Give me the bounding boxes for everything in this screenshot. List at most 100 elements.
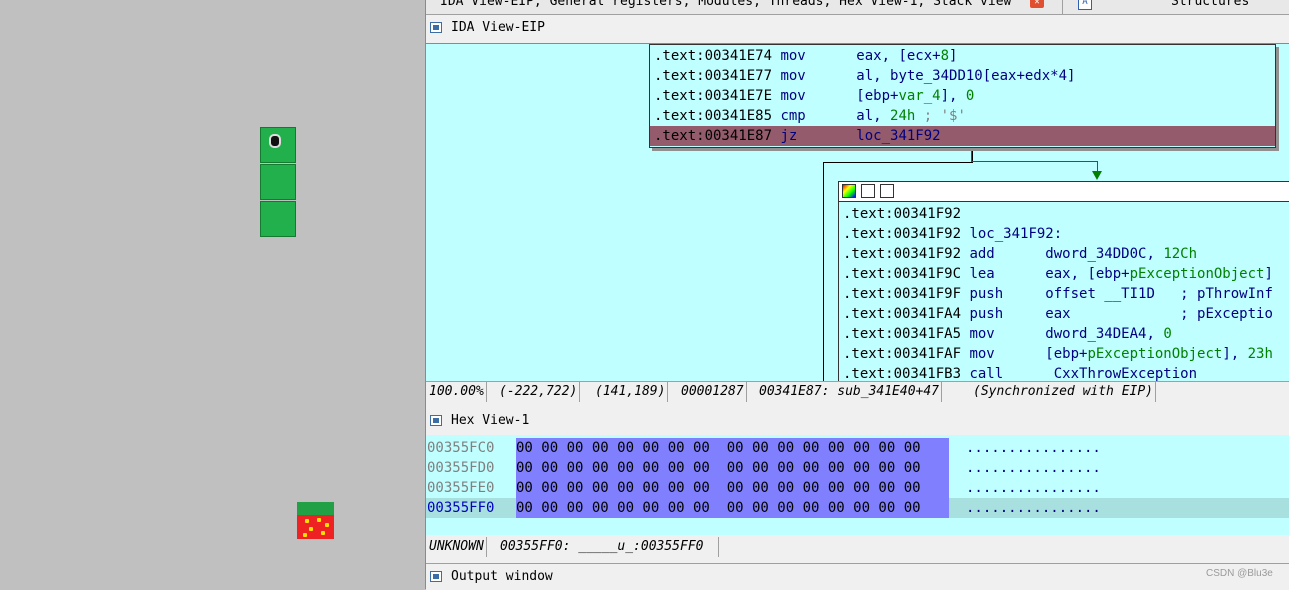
hex-ascii: ................ [966,480,1101,496]
hex-address: 00355FE0 [427,480,495,496]
asm-operands-tail: ], [940,88,966,104]
asm-address: .text:00341E7E [654,88,781,104]
asm-line[interactable]: .text:00341E7E mov [ebp+var_4], 0 [654,86,974,106]
asm-line[interactable]: .text:00341E87 jz loc_341F92 [654,126,941,146]
asm-mnemonic: cmp [780,108,857,124]
cursor-pos: (141,189) [595,382,669,402]
asm-operands: al, [856,108,891,124]
asm-line[interactable]: .text:00341E77 mov al, byte_34DD10[eax+e… [654,66,1075,86]
asm-line[interactable]: .text:00341F92 [843,204,969,224]
hex-ascii: ................ [966,460,1101,476]
asm-line[interactable]: .text:00341FA4 push eax ; pExceptio [843,304,1273,324]
hex-view-title: Hex View-1 [451,413,530,428]
ida-view-titlebar[interactable]: IDA View-EIP [426,15,1289,41]
asm-number: 0 [965,88,975,104]
watermark: CSDN @Blu3e [1206,568,1273,579]
asm-mnemonic: mov [780,88,857,104]
asm-line[interactable]: .text:00341FB3 call CxxThrowException [843,364,1197,382]
hex-address: 00355FF0 [427,500,495,516]
output-window-titlebar[interactable]: Output window [426,563,1289,590]
window-icon [430,415,442,426]
asm-operands: loc_341F92 [856,128,941,144]
snake-game-area [0,0,425,589]
asm-address: .text:00341FA5 [843,326,970,342]
hex-bytes: 00 00 00 00 00 00 00 00 00 00 00 00 00 0… [516,458,949,478]
asm-label: loc_341F92: [969,226,1063,242]
asm-line[interactable]: .text:00341E74 mov eax, [ecx+8] [654,46,957,66]
asm-variable: pExceptionObject [1129,266,1265,282]
hex-view-titlebar[interactable]: Hex View-1 [426,408,1289,434]
asm-operands: [ebp+ [1045,346,1088,362]
asm-mnemonic: lea [969,266,1046,282]
asm-line[interactable]: .text:00341E85 cmp al, 24h ; '$' [654,106,966,126]
asm-comment: ; pThrowInf [1154,286,1273,302]
hex-status-bar: UNKNOWN 00355FF0: _____u_:00355FF0 [426,537,1289,557]
asm-line[interactable]: .text:00341F9C lea eax, [ebp+pExceptionO… [843,264,1273,284]
asm-mnemonic: push [969,286,1046,302]
asm-line[interactable]: .text:00341FAF mov [ebp+pExceptionObject… [843,344,1273,364]
asm-operands: dword_34DEA4, [1045,326,1164,342]
file-offset: 00001287 [681,382,747,402]
output-window-title: Output window [451,569,553,584]
asm-operands: al, byte_34DD10[eax+edx*4] [856,68,1076,84]
asm-line[interactable]: .text:00341FA5 mov dword_34DEA4, 0 [843,324,1172,344]
asm-address: .text:00341F92 [843,206,970,222]
window-icon [430,571,442,582]
asm-address: .text:00341FB3 [843,366,970,382]
snake-body-segment [260,164,296,200]
tab-ida-view-group[interactable]: IDA View-EIP, General registers, Modules… [440,0,1011,9]
tab-bar[interactable]: IDA View-EIP, General registers, Modules… [426,0,1289,15]
asm-line[interactable]: .text:00341F92 loc_341F92: [843,224,1062,244]
asm-address: .text:00341F92 [843,226,970,242]
graph-node-block-1[interactable]: .text:00341E74 mov eax, [ecx+8] .text:003… [649,44,1276,148]
snake-head [260,127,296,163]
asm-number: 8 [940,48,950,64]
asm-operands: offset __TI1D [1045,286,1155,302]
hex-row[interactable]: 00355FF0 00 00 00 00 00 00 00 00 00 00 00… [426,498,1289,518]
strawberry-icon [297,502,334,539]
graph-view[interactable]: .text:00341E74 mov eax, [ecx+8] .text:003… [426,43,1289,382]
hex-row[interactable]: 00355FD0 00 00 00 00 00 00 00 00 00 00 00… [426,458,1289,478]
hex-location: 00355FF0: _____u_:00355FF0 [500,537,719,557]
graph-status-bar: 100.00% (-222,722) (141,189) 00001287 00… [426,381,1289,402]
tab-structures[interactable]: Structures [1171,0,1249,9]
hex-row[interactable]: 00355FC0 00 00 00 00 00 00 00 00 00 00 00… [426,438,1289,458]
snake-body-segment [260,201,296,237]
hex-view[interactable]: 00355FC0 00 00 00 00 00 00 00 00 00 00 00… [426,435,1289,535]
asm-operands: dword_34DD0C, [1045,246,1164,262]
snake-head-icon [269,134,281,148]
hex-row[interactable]: 00355FE0 00 00 00 00 00 00 00 00 00 00 00… [426,478,1289,498]
graph-node-block-2[interactable]: .text:00341F92 .text:00341F92 loc_341F92… [838,181,1289,382]
sync-status: (Synchronized with EIP) [973,382,1157,402]
graph-coords: (-222,722) [499,382,581,402]
asm-mnemonic: mov [969,346,1046,362]
asm-mnemonic: add [969,246,1046,262]
asm-number: 0 [1163,326,1172,342]
hex-bytes: 00 00 00 00 00 00 00 00 00 00 00 00 00 0… [516,498,949,518]
asm-address: .text:00341F9C [843,266,970,282]
asm-line[interactable]: .text:00341F92 add dword_34DD0C, 12Ch [843,244,1197,264]
asm-address: .text:00341FA4 [843,306,970,322]
asm-operands: eax, [ebp+ [1045,266,1130,282]
asm-operands: eax, [ecx+ [856,48,941,64]
asm-number: 23h [1247,346,1273,362]
asm-operands: eax [1045,306,1071,322]
hex-bytes: 00 00 00 00 00 00 00 00 00 00 00 00 00 0… [516,478,949,498]
color-palette-icon[interactable] [842,184,856,198]
close-icon[interactable]: ✕ [1030,0,1044,8]
ida-view-title: IDA View-EIP [451,20,545,35]
structures-tab-icon[interactable]: A [1078,0,1092,10]
group-nodes-icon[interactable] [880,184,894,198]
asm-mnemonic: mov [780,48,857,64]
asm-address: .text:00341FAF [843,346,970,362]
asm-address: .text:00341E77 [654,68,781,84]
hex-ascii: ................ [966,440,1101,456]
asm-mnemonic: jz [780,128,857,144]
asm-operands-tail: ], [1222,346,1248,362]
asm-mnemonic: mov [780,68,857,84]
asm-line[interactable]: .text:00341F9F push offset __TI1D ; pThr… [843,284,1273,304]
asm-comment: ; '$' [915,108,966,124]
node-header [839,182,1289,202]
rename-node-icon[interactable] [861,184,875,198]
hex-ascii: ................ [966,500,1101,516]
